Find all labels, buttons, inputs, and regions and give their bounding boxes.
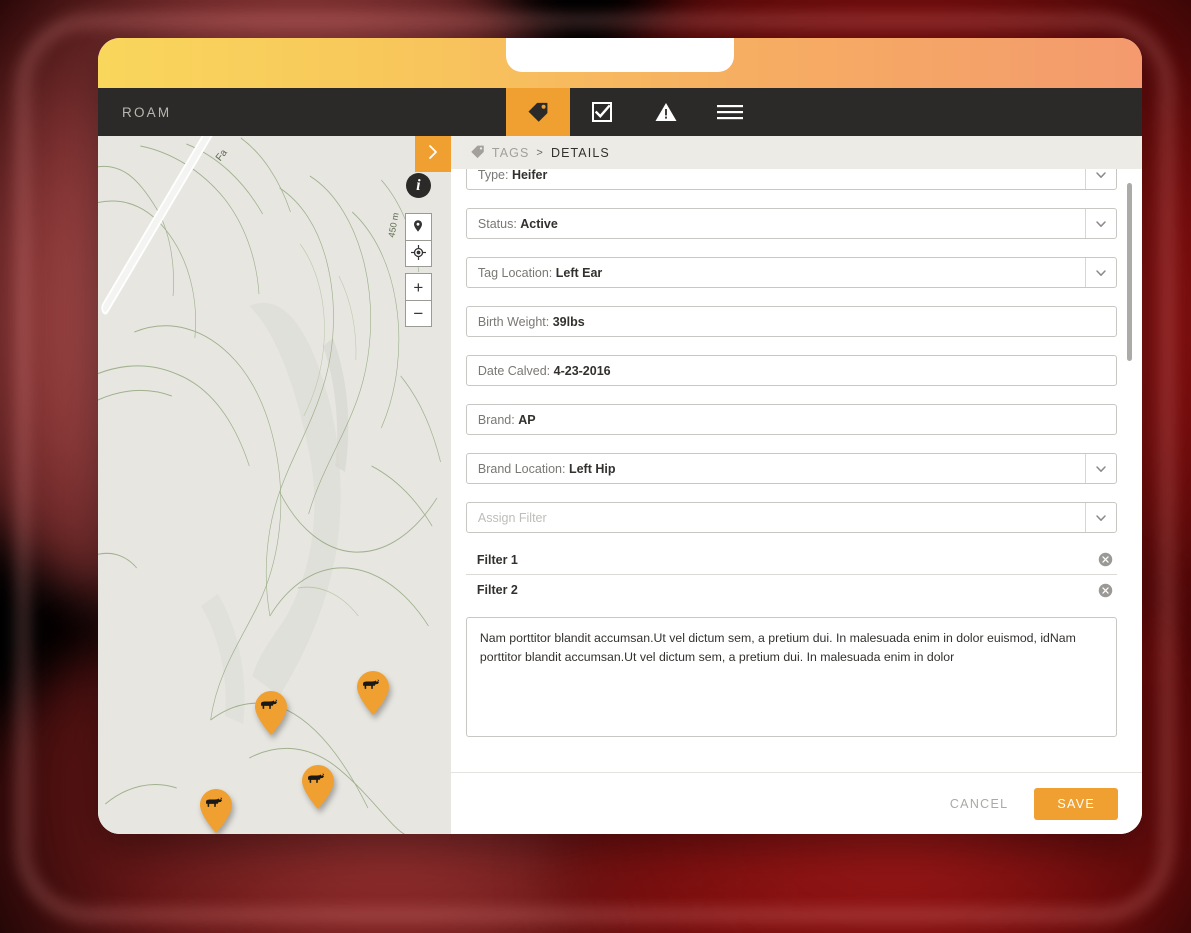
nav-button-menu[interactable] — [698, 88, 762, 136]
nav-button-tasks[interactable] — [570, 88, 634, 136]
app-content: Fa 450 m i + − TAGS > DETAILS Type: Heif… — [98, 136, 1142, 834]
app-brand-label: ROAM — [122, 104, 172, 120]
breadcrumb: TAGS > DETAILS — [450, 136, 1142, 169]
breadcrumb-current: DETAILS — [550, 145, 610, 160]
field-tag-location[interactable]: Tag Location: Left Ear — [465, 257, 1117, 288]
breadcrumb-separator: > — [536, 146, 544, 159]
map-pin-button[interactable] — [406, 214, 431, 240]
panel-footer: CANCEL SAVE — [450, 772, 1142, 834]
hamburger-menu-icon — [716, 102, 744, 122]
assigned-filter-label: Filter 1 — [476, 552, 518, 567]
assign-filter-placeholder: Assign Filter — [477, 510, 547, 525]
field-birth-weight[interactable]: Birth Weight: 39lbs — [465, 306, 1117, 337]
navbar-right-spacer — [762, 88, 1142, 136]
panel-scrollbar[interactable] — [1127, 183, 1132, 533]
cancel-button[interactable]: CANCEL — [950, 797, 1009, 811]
map-marker[interactable] — [199, 788, 233, 834]
close-circle-icon[interactable] — [1098, 583, 1113, 598]
details-panel: TAGS > DETAILS Type: Heifer Status: Activ… — [450, 136, 1142, 834]
chevron-right-icon — [424, 143, 442, 166]
device-frame: ROAM Fa 450 m i + − TAGS > DETAILS Type:… — [98, 38, 1142, 834]
field-label-value: Type: Heifer — [477, 169, 548, 182]
breadcrumb-parent[interactable]: TAGS — [492, 146, 530, 160]
assigned-filter-label: Filter 2 — [476, 583, 518, 597]
field-label-value: Status: Active — [477, 216, 558, 231]
details-form-scroll-area[interactable]: Type: Heifer Status: Active Tag Location: … — [451, 169, 1142, 772]
map-info-button[interactable]: i — [405, 173, 431, 198]
notes-textarea[interactable]: Nam porttitor blandit accumsan.Ut vel di… — [465, 617, 1117, 737]
assigned-filter-row: Filter 2 — [466, 575, 1117, 605]
map-pin-icon — [411, 219, 425, 236]
chevron-down-icon[interactable] — [1085, 169, 1116, 189]
close-circle-icon[interactable] — [1098, 552, 1113, 567]
navbar-spacer — [171, 88, 506, 136]
panel-scrollbar-thumb[interactable] — [1127, 183, 1132, 361]
map-locate-me-button[interactable] — [405, 240, 431, 266]
field-date-calved[interactable]: Date Calved: 4-23-2016 — [465, 355, 1117, 386]
field-label-value: Birth Weight: 39lbs — [477, 314, 585, 329]
nav-button-alerts[interactable] — [634, 88, 698, 136]
assign-filter-select[interactable]: Assign Filter — [465, 502, 1117, 533]
map-zoom-out-button[interactable]: − — [405, 300, 431, 326]
panel-toggle-button[interactable] — [414, 136, 451, 172]
field-brand-location[interactable]: Brand Location: Left Hip — [465, 453, 1117, 484]
device-top-gradient-bar — [98, 38, 1142, 88]
field-label-value: Brand: AP — [477, 412, 536, 427]
details-form: Type: Heifer Status: Active Tag Location: … — [465, 169, 1117, 737]
map-marker[interactable] — [254, 690, 288, 736]
save-button[interactable]: SAVE — [1034, 787, 1118, 820]
crosshair-icon — [410, 244, 426, 263]
map-marker[interactable] — [356, 670, 390, 716]
field-status[interactable]: Status: Active — [465, 208, 1117, 239]
chevron-down-icon[interactable] — [1085, 503, 1116, 532]
nav-button-tags[interactable] — [506, 88, 570, 136]
app-navbar: ROAM — [98, 88, 1142, 136]
device-notch — [506, 38, 734, 72]
screenshot-stage: ROAM Fa 450 m i + − TAGS > DETAILS Type:… — [0, 0, 1191, 933]
field-label-value: Brand Location: Left Hip — [477, 461, 616, 476]
field-brand[interactable]: Brand: AP — [465, 404, 1117, 435]
chevron-down-icon[interactable] — [1085, 454, 1116, 483]
field-type[interactable]: Type: Heifer — [465, 169, 1117, 190]
field-label-value: Tag Location: Left Ear — [477, 265, 603, 280]
checkbox-icon — [590, 100, 614, 124]
map-zoom-controls: + − — [404, 273, 432, 327]
field-label-value: Date Calved: 4-23-2016 — [477, 363, 611, 378]
map-zoom-in-button[interactable]: + — [406, 274, 431, 300]
tag-icon — [470, 144, 485, 162]
map-marker[interactable] — [301, 764, 335, 810]
chevron-down-icon[interactable] — [1085, 258, 1116, 287]
map-locate-controls — [404, 213, 432, 267]
assigned-filter-row: Filter 1 — [465, 545, 1117, 575]
warning-triangle-icon — [654, 100, 678, 124]
map-view[interactable]: Fa 450 m i + − — [98, 136, 451, 834]
chevron-down-icon[interactable] — [1085, 209, 1116, 238]
tag-icon — [525, 99, 551, 125]
